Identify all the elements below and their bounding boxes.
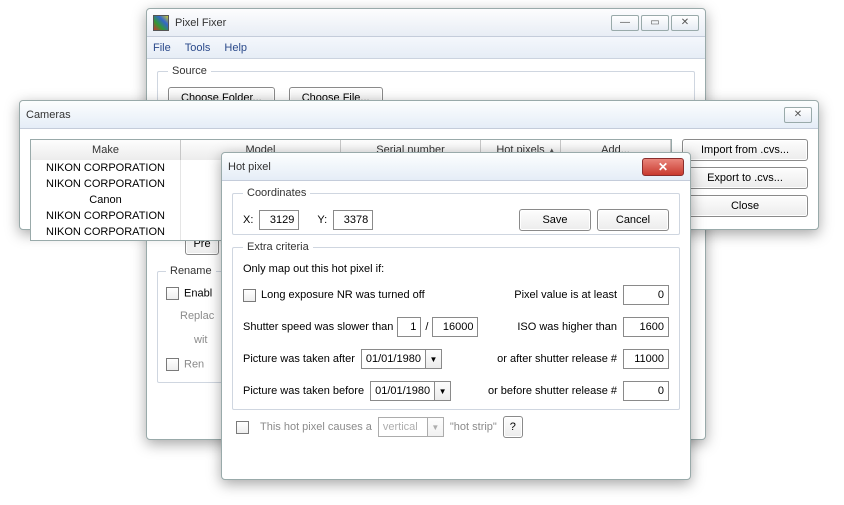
x-label: X: xyxy=(243,214,253,226)
main-title: Pixel Fixer xyxy=(175,17,611,29)
long-nr-checkbox[interactable] xyxy=(243,289,256,302)
hotpixel-titlebar: Hot pixel ✕ xyxy=(222,153,690,181)
taken-before-date[interactable]: 01/01/1980▼ xyxy=(370,381,451,401)
rename-replace-label: Replac xyxy=(180,310,226,322)
cameras-title: Cameras xyxy=(26,109,784,121)
chevron-down-icon[interactable]: ▼ xyxy=(425,350,441,368)
hot-strip-pre: This hot pixel causes a xyxy=(260,421,372,433)
extra-legend: Extra criteria xyxy=(243,241,313,253)
rename-enable-checkbox[interactable] xyxy=(166,287,179,300)
iso-input[interactable] xyxy=(623,317,669,337)
minimize-button[interactable]: — xyxy=(611,15,639,31)
coords-group: Coordinates X: Y: Save Cancel xyxy=(232,187,680,235)
after-release-input[interactable] xyxy=(623,349,669,369)
chevron-down-icon[interactable]: ▼ xyxy=(434,382,450,400)
menu-tools[interactable]: Tools xyxy=(185,42,211,54)
rename-legend: Rename xyxy=(166,265,216,277)
source-legend: Source xyxy=(168,65,211,77)
hot-strip-checkbox[interactable] xyxy=(236,421,249,434)
close-button[interactable]: ✕ xyxy=(671,15,699,31)
hotpixel-title: Hot pixel xyxy=(228,161,642,173)
shutter-num-input[interactable] xyxy=(397,317,421,337)
y-input[interactable] xyxy=(333,210,373,230)
menubar: File Tools Help xyxy=(147,37,705,59)
menu-file[interactable]: File xyxy=(153,42,171,54)
before-release-input[interactable] xyxy=(623,381,669,401)
rename-enable-label: Enabl xyxy=(184,288,212,300)
after-release-label: or after shutter release # xyxy=(497,353,617,365)
shutter-den-input[interactable] xyxy=(432,317,478,337)
import-button[interactable]: Import from .cvs... xyxy=(682,139,808,161)
export-button[interactable]: Export to .cvs... xyxy=(682,167,808,189)
app-icon xyxy=(153,15,169,31)
hotpixel-close-button[interactable]: ✕ xyxy=(642,158,684,176)
extra-group: Extra criteria Only map out this hot pix… xyxy=(232,241,680,410)
cameras-close-x[interactable]: ✕ xyxy=(784,107,812,123)
pixel-value-input[interactable] xyxy=(623,285,669,305)
taken-after-label: Picture was taken after xyxy=(243,353,355,365)
cameras-titlebar: Cameras ✕ xyxy=(20,101,818,129)
cameras-close-button[interactable]: Close xyxy=(682,195,808,217)
coords-legend: Coordinates xyxy=(243,187,310,199)
menu-help[interactable]: Help xyxy=(224,42,247,54)
taken-after-date[interactable]: 01/01/1980▼ xyxy=(361,349,442,369)
chevron-down-icon: ▼ xyxy=(427,418,443,436)
x-input[interactable] xyxy=(259,210,299,230)
iso-label: ISO was higher than xyxy=(517,321,617,333)
pixel-value-label: Pixel value is at least xyxy=(514,289,617,301)
hotpixel-dialog: Hot pixel ✕ Coordinates X: Y: Save Cance… xyxy=(221,152,691,480)
save-button[interactable]: Save xyxy=(519,209,591,231)
rename-ren-checkbox[interactable] xyxy=(166,358,179,371)
only-if-label: Only map out this hot pixel if: xyxy=(243,263,669,275)
shutter-label: Shutter speed was slower than xyxy=(243,321,393,333)
col-make[interactable]: Make xyxy=(31,140,181,160)
before-release-label: or before shutter release # xyxy=(488,385,617,397)
hot-strip-direction[interactable]: vertical▼ xyxy=(378,417,444,437)
rename-ren-label: Ren xyxy=(184,359,204,371)
maximize-button[interactable]: ▭ xyxy=(641,15,669,31)
hot-strip-help-button[interactable]: ? xyxy=(503,416,523,438)
long-nr-label: Long exposure NR was turned off xyxy=(261,289,425,301)
shutter-sep: / xyxy=(425,321,428,333)
y-label: Y: xyxy=(317,214,327,226)
hot-strip-post: "hot strip" xyxy=(450,421,497,433)
main-titlebar: Pixel Fixer — ▭ ✕ xyxy=(147,9,705,37)
cancel-button[interactable]: Cancel xyxy=(597,209,669,231)
taken-before-label: Picture was taken before xyxy=(243,385,364,397)
